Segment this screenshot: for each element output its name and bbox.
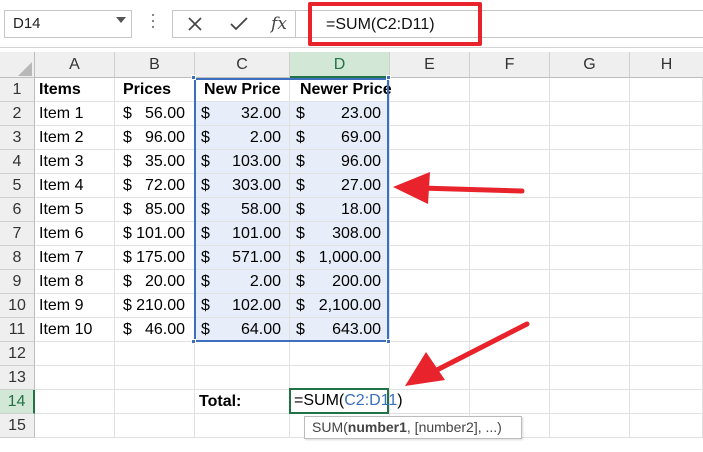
arrow-icon-formula [405,321,530,386]
arrow-icon-range [393,172,525,204]
annotation-arrows [393,172,530,386]
